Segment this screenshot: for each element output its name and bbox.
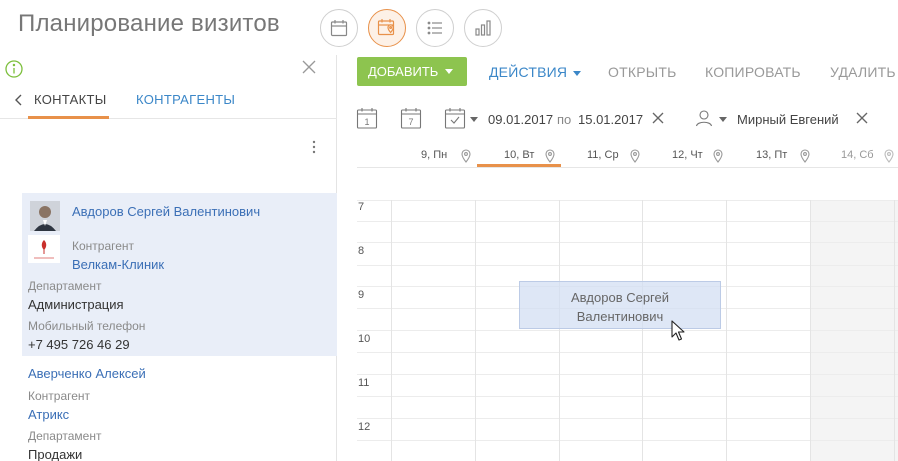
info-icon[interactable] [5,60,23,78]
event-title-line-2: Валентинович [576,309,664,324]
department-value: Продажи [28,447,83,461]
add-button-label: ДОБАВИТЬ [368,64,439,79]
actions-label: ДЕЙСТВИЯ [489,64,568,80]
day-label[interactable]: 11, Ср [587,149,619,161]
grid-lines [357,200,898,461]
map-pin-icon[interactable] [461,149,471,163]
add-button[interactable]: ДОБАВИТЬ [357,57,467,86]
contact-name[interactable]: Авдоров Сергей Валентинович [72,204,260,219]
actions-menu[interactable]: ДЕЙСТВИЯ [489,64,582,80]
chevron-down-icon [573,70,582,76]
hour-label: 9 [358,289,365,301]
calendar-pin-icon [377,19,395,36]
map-pin-icon[interactable] [630,149,640,163]
tab-contacts[interactable]: КОНТАКТЫ [34,92,107,107]
calendar-view-button[interactable] [320,9,358,47]
day-label[interactable]: 14, Сб [841,149,874,161]
week-view-icon[interactable]: 7 [400,107,422,129]
chevron-left-icon[interactable] [14,92,24,108]
department-label: Департамент [28,429,102,443]
period-view-icon[interactable] [444,107,466,129]
contact-name[interactable]: Аверченко Алексей [28,366,146,381]
mouse-cursor-icon [671,320,685,341]
chevron-down-icon[interactable] [719,117,727,122]
day-label[interactable]: 10, Вт [504,149,534,161]
clear-owner-icon[interactable] [856,112,868,124]
avatar [30,201,60,231]
contacts-panel: КОНТАКТЫ КОНТРАГЕНТЫ Авдоров Сергей Вале… [0,55,337,461]
calendar-icon [330,20,348,37]
close-icon[interactable] [302,60,316,74]
selected-day-indicator [477,164,561,167]
owner-filter[interactable]: Мирный Евгений [737,112,839,127]
map-pin-icon[interactable] [545,149,555,163]
account-link[interactable]: Велкам-Клиник [72,257,164,272]
list-icon [427,21,442,35]
copy-button[interactable]: КОПИРОВАТЬ [705,64,801,80]
event-title-line-1: Авдоров Сергей [570,290,670,305]
hour-label: 8 [358,245,365,257]
hour-label: 10 [358,333,371,345]
schedule-grid[interactable]: 7 8 9 10 11 12 [357,200,898,461]
date-to[interactable]: 15.01.2017 [578,112,643,127]
mobile-phone-label: Мобильный телефон [28,319,146,333]
company-logo [28,235,60,263]
hour-label: 11 [358,377,370,389]
day-header: 9, Пн 10, Вт 11, Ср 12, Чт 13, Пт 14, Сб [357,146,898,168]
analytics-view-button[interactable] [464,9,502,47]
hour-label: 7 [358,201,365,213]
more-options-icon[interactable] [310,139,318,155]
chevron-down-icon[interactable] [470,117,478,122]
analytics-icon [475,20,491,36]
day-label[interactable]: 13, Пт [756,149,787,161]
delete-button[interactable]: УДАЛИТЬ [830,64,896,80]
user-icon[interactable] [695,109,713,127]
day-label[interactable]: 9, Пн [421,149,447,161]
panel-tabs: КОНТАКТЫ КОНТРАГЕНТЫ [0,89,337,119]
clear-period-icon[interactable] [652,112,664,124]
week-view-number: 7 [408,117,413,127]
mobile-phone-value: +7 495 726 46 29 [28,337,130,352]
dragged-visit-event[interactable]: Авдоров Сергей Валентинович [519,281,721,329]
open-button[interactable]: ОТКРЫТЬ [608,64,676,80]
hour-label: 12 [358,421,371,433]
chevron-down-icon [445,69,454,74]
day-label[interactable]: 12, Чт [672,149,703,161]
list-view-button[interactable] [416,9,454,47]
account-link[interactable]: Атрикс [28,407,69,422]
map-pin-icon[interactable] [884,149,894,163]
map-pin-icon[interactable] [800,149,810,163]
page-title: Планирование визитов [18,10,280,37]
map-pin-icon[interactable] [713,149,723,163]
account-label: Контрагент [28,389,91,403]
day-view-number: 1 [364,117,369,127]
department-value: Администрация [28,297,124,312]
active-tab-indicator [28,116,109,119]
department-label: Департамент [28,279,102,293]
date-from[interactable]: 09.01.2017 [488,112,553,127]
tab-accounts[interactable]: КОНТРАГЕНТЫ [136,92,235,107]
contact-card-selected[interactable]: Авдоров Сергей Валентинович Контрагент В… [22,193,337,356]
day-view-icon[interactable]: 1 [356,107,378,129]
account-label: Контрагент [72,239,135,253]
schedule-view-button[interactable] [368,9,406,47]
date-separator: по [557,112,572,127]
